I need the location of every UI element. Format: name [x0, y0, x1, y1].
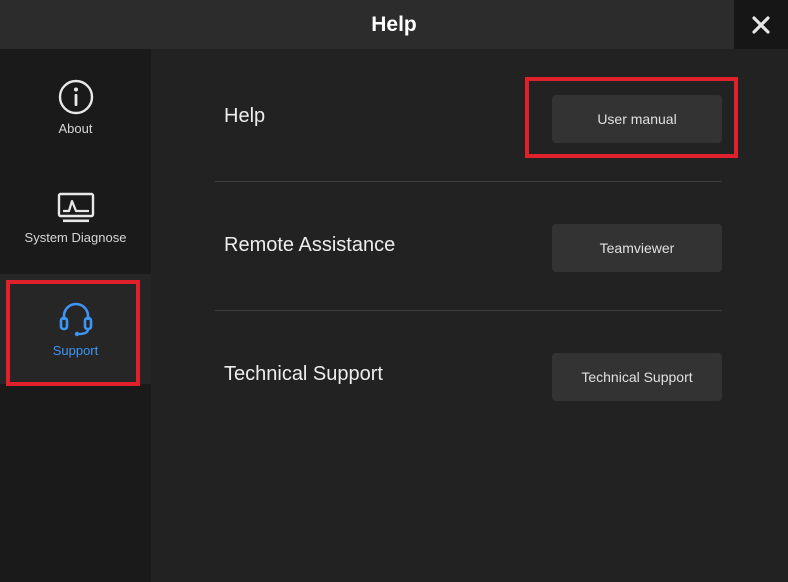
- row-label-help: Help: [224, 105, 266, 127]
- title-bar: Help: [0, 0, 788, 49]
- highlight-box-support: [6, 280, 140, 386]
- technical-support-row: Technical Support Technical Support: [215, 310, 722, 439]
- technical-support-button[interactable]: Technical Support: [552, 353, 722, 401]
- highlight-box-user-manual: [525, 77, 738, 158]
- sidebar-item-label: System Diagnose: [24, 229, 127, 245]
- remote-assistance-row: Remote Assistance Teamviewer: [215, 181, 722, 310]
- close-icon: [752, 15, 770, 34]
- sidebar-item-label: About: [58, 120, 93, 136]
- info-icon: [58, 79, 93, 114]
- window-title: Help: [371, 12, 417, 36]
- monitor-icon: [57, 192, 94, 222]
- teamviewer-button[interactable]: Teamviewer: [552, 224, 722, 272]
- close-button[interactable]: [734, 0, 788, 49]
- row-label-technical-support: Technical Support: [224, 363, 383, 385]
- row-label-remote-assistance: Remote Assistance: [224, 234, 396, 256]
- sidebar-item-about[interactable]: About: [0, 52, 151, 162]
- sidebar-item-system-diagnose[interactable]: System Diagnose: [0, 163, 151, 273]
